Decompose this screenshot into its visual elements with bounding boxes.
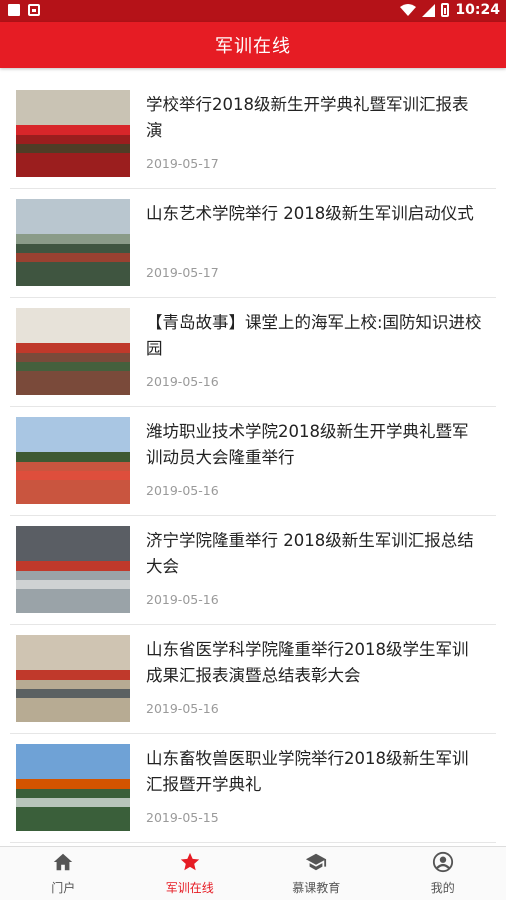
article-title: 山东艺术学院举行 2018级新生军训启动仪式 <box>146 204 474 223</box>
article-title: 学校举行2018级新生开学典礼暨军训汇报表演 <box>146 95 469 140</box>
article-thumbnail <box>16 308 130 395</box>
article-thumbnail <box>16 90 130 177</box>
article-date: 2019-05-17 <box>146 265 219 280</box>
tab-home[interactable]: 门户 <box>0 847 127 900</box>
list-item[interactable]: 济宁学院隆重举行 2018级新生军训汇报总结大会 2019-05-16 <box>10 516 496 625</box>
article-date: 2019-05-15 <box>146 810 219 825</box>
list-item[interactable]: 学校举行2018级新生开学典礼暨军训汇报表演 2019-05-17 <box>10 80 496 189</box>
tab-graduation-cap[interactable]: 慕课教育 <box>253 847 380 900</box>
notification-icon <box>8 4 20 16</box>
app-bar: 军训在线 <box>0 22 506 68</box>
star-icon <box>179 851 201 879</box>
list-item[interactable]: 山东畜牧兽医职业学院举行2018级新生军训汇报暨开学典礼 2019-05-15 <box>10 734 496 843</box>
tab-label: 我的 <box>430 881 455 895</box>
article-list: 学校举行2018级新生开学典礼暨军训汇报表演 2019-05-17 山东艺术学院举行… <box>0 80 506 843</box>
list-item[interactable]: 山东省医学科学院隆重举行2018级学生军训成果汇报表演暨总结表彰大会 2019-0… <box>10 625 496 734</box>
article-title: 潍坊职业技术学院2018级新生开学典礼暨军训动员大会隆重举行 <box>146 422 469 467</box>
article-date: 2019-05-16 <box>146 483 219 498</box>
image-notification-icon <box>28 4 40 16</box>
home-icon <box>52 851 74 879</box>
tab-label: 慕课教育 <box>292 881 341 895</box>
graduation-cap-icon <box>305 851 327 879</box>
article-title: 济宁学院隆重举行 2018级新生军训汇报总结大会 <box>146 531 474 576</box>
article-title: 【青岛故事】课堂上的海军上校:国防知识进校园 <box>146 313 482 358</box>
article-thumbnail <box>16 744 130 831</box>
tab-user[interactable]: 我的 <box>380 847 506 900</box>
status-bar: 10:24 <box>0 0 506 22</box>
article-title: 山东畜牧兽医职业学院举行2018级新生军训汇报暨开学典礼 <box>146 749 469 794</box>
article-date: 2019-05-17 <box>146 156 219 171</box>
article-date: 2019-05-16 <box>146 701 219 716</box>
user-icon <box>432 851 454 879</box>
tab-label: 军训在线 <box>165 881 214 895</box>
article-thumbnail <box>16 526 130 613</box>
article-date: 2019-05-16 <box>146 374 219 389</box>
notification-icons <box>8 4 40 16</box>
wifi-icon <box>400 4 417 16</box>
signal-icon <box>422 3 436 17</box>
article-date: 2019-05-16 <box>146 592 219 607</box>
list-item[interactable]: 潍坊职业技术学院2018级新生开学典礼暨军训动员大会隆重举行 2019-05-16 <box>10 407 496 516</box>
list-item[interactable]: 山东艺术学院举行 2018级新生军训启动仪式 2019-05-17 <box>10 189 496 298</box>
article-thumbnail <box>16 417 130 504</box>
article-thumbnail <box>16 635 130 722</box>
article-thumbnail <box>16 199 130 286</box>
tab-label: 门户 <box>51 881 76 895</box>
page-title: 军训在线 <box>215 36 291 57</box>
list-item[interactable]: 【青岛故事】课堂上的海军上校:国防知识进校园 2019-05-16 <box>10 298 496 407</box>
battery-icon <box>441 3 450 17</box>
bottom-navigation: 门户 军训在线 慕课教育 我的 <box>0 846 506 900</box>
status-time: 10:24 <box>455 2 500 18</box>
article-title: 山东省医学科学院隆重举行2018级学生军训成果汇报表演暨总结表彰大会 <box>146 640 469 685</box>
tab-star[interactable]: 军训在线 <box>127 847 254 900</box>
